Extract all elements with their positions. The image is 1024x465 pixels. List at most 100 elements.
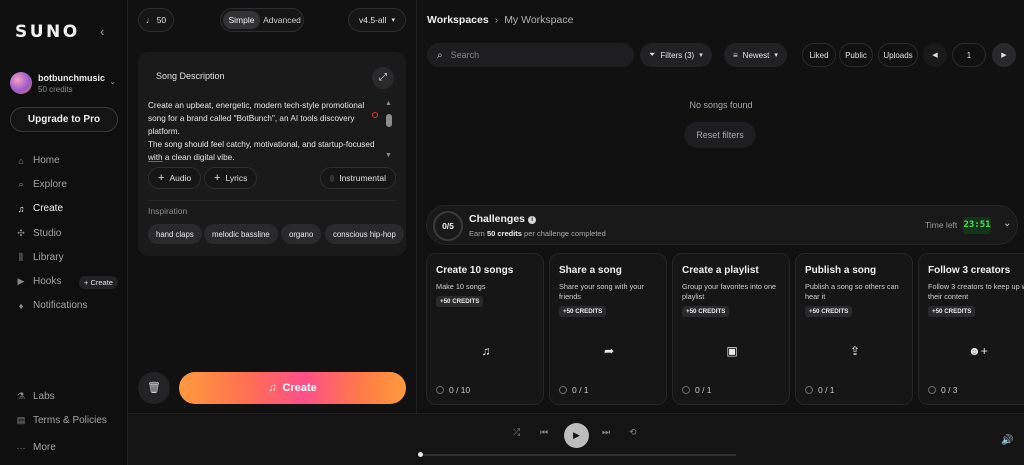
reset-filters-button[interactable]: Reset filters [684,122,756,148]
nav-studio-label: Studio [33,228,62,239]
sort-icon: ≡ [733,50,738,60]
shuffle-icon[interactable]: ⤮ [513,427,520,438]
nav-library[interactable]: ⫼ Library [16,252,64,263]
challenge-card[interactable]: Share a song Share your song with your f… [549,253,667,405]
challenges-subtitle: Earn 50 credits per challenge completed [469,229,606,238]
challenges-header[interactable]: 0/5 Challenges i Earn 50 credits per chal… [426,205,1018,245]
song-description-card: Song Description ⤢ Create an upbeat, ene… [138,52,406,256]
inspiration-tag[interactable]: organo [281,224,322,244]
divider [148,200,396,201]
prev-page-icon[interactable]: ◀ [923,43,947,67]
instrumental-toggle[interactable]: Instrumental [320,167,396,189]
trash-icon[interactable]: 🗑 [138,372,170,404]
nav-notifications-label: Notifications [33,300,88,311]
breadcrumb-workspaces[interactable]: Workspaces [427,14,489,26]
next-icon[interactable]: ⏭ [602,427,610,438]
document-icon: ▤ [16,415,26,425]
search-input[interactable]: ⌕ Search [427,43,634,67]
inspiration-tag[interactable]: hand claps [148,224,202,244]
subtitle-post: per challenge completed [521,229,606,238]
subtitle-bold: 50 credits [486,229,522,238]
liked-filter[interactable]: Liked [802,43,836,67]
upgrade-button[interactable]: Upgrade to Pro [10,107,118,132]
nav-notifications[interactable]: ♦ Notifications [16,300,88,311]
challenge-card[interactable]: Create 10 songs Make 10 songs +50 CREDIT… [426,253,544,405]
next-page-icon[interactable]: ▶ [992,43,1016,67]
challenge-progress: 0 / 1 [805,385,835,395]
challenge-desc: Group your favorites into one playlist [682,282,777,301]
nav-hooks[interactable]: ▶ Hooks [16,276,62,287]
uploads-filter[interactable]: Uploads [878,43,918,67]
challenge-card[interactable]: Publish a song Publish a song so others … [795,253,913,405]
info-icon[interactable]: i [528,216,537,224]
add-lyrics-button[interactable]: + Lyrics [204,167,258,189]
nav-hooks-label: Hooks [33,276,62,287]
nav-home[interactable]: ⌂ Home [16,155,59,166]
public-filter[interactable]: Public [839,43,873,67]
model-select[interactable]: v4.5-all ▾ [348,8,406,32]
add-lyrics-label: Lyrics [225,173,248,183]
inspiration-tag[interactable]: conscious hip-hop [325,224,404,244]
previous-icon[interactable]: ⏮ [540,427,548,438]
filter-icon: ⏷ [649,50,656,59]
inspiration-tag[interactable]: melodic bassline [204,224,278,244]
search-placeholder: Search [450,50,480,60]
progress-text: 0 / 1 [572,385,589,395]
nav-terms[interactable]: ▤ Terms & Policies [16,415,107,426]
profile-menu[interactable]: botbunchmusic 50 credits ⌄ [10,70,120,98]
nav-labs[interactable]: ⚗ Labs [16,391,55,402]
nav-more[interactable]: ··· More [16,442,56,453]
collapse-sidebar-icon[interactable]: ‹ [100,24,104,39]
progress-circle-icon [436,386,444,394]
repeat-icon[interactable]: ⟲ [629,427,637,438]
chevron-down-icon[interactable]: ⌄ [1003,218,1011,229]
mode-advanced-tab[interactable]: Advanced [262,11,302,29]
progress-track[interactable] [418,454,736,456]
search-icon: ⌕ [18,179,24,189]
add-audio-label: Audio [169,173,192,183]
expand-icon[interactable]: ⤢ [372,67,394,89]
song-description-input[interactable]: Create an upbeat, energetic, modern tech… [148,99,376,164]
filters-label: Filters (3) [660,50,695,60]
progress-text: 0 / 1 [818,385,835,395]
challenge-desc: Publish a song so others can hear it [805,282,899,301]
music-note-icon: ♫ [481,344,491,358]
chevron-down-icon: ▾ [391,17,395,24]
scroll-up-icon[interactable]: ▲ [385,100,392,107]
challenge-title: Create 10 songs [436,265,514,276]
credits-badge: +50 CREDITS [682,306,730,317]
credits-badge: +50 CREDITS [928,306,976,317]
scrollbar-thumb[interactable] [386,114,392,127]
playlist-icon: ▣ [726,344,738,358]
nav-create[interactable]: ♫ Create [16,203,63,214]
progress-knob[interactable] [418,452,423,457]
time-left-value: 23:51 [963,217,991,234]
challenge-card[interactable]: Create a playlist Group your favorites i… [672,253,790,405]
play-button[interactable]: ▶ [564,423,589,448]
instrumental-label: Instrumental [339,173,386,183]
page-number[interactable]: 1 [952,43,986,67]
challenge-desc: Make 10 songs [436,282,486,291]
add-audio-button[interactable]: + Audio [148,167,202,189]
bell-icon: ♦ [18,300,24,311]
progress-circle-icon [682,386,690,394]
music-note-icon: ♫ [268,382,277,394]
progress-text: 0 / 1 [695,385,712,395]
nav-studio[interactable]: ✣ Studio [16,228,61,239]
challenge-card[interactable]: Follow 3 creators Follow 3 creators to k… [918,253,1024,405]
mode-simple-tab[interactable]: Simple [223,11,260,29]
volume-icon[interactable]: 🔊 [1001,435,1013,446]
credits-chip[interactable]: ♩ 50 [138,8,174,32]
suno-logo[interactable]: SUNO [15,22,80,42]
create-button[interactable]: ♫ Create [179,372,406,404]
hooks-create-button[interactable]: + Create [79,276,118,289]
empty-state-text: No songs found [689,100,753,110]
create-button-label: Create [282,382,317,394]
add-user-icon: ☻+ [968,344,988,358]
scroll-down-icon[interactable]: ▼ [385,152,392,159]
time-left-label: Time left [925,220,958,230]
nav-explore[interactable]: ⌕ Explore [16,179,66,190]
sort-button[interactable]: ≡ Newest ▾ [724,43,787,67]
description-paragraph-1: Create an upbeat, energetic, modern tech… [148,101,365,136]
filters-button[interactable]: ⏷ Filters (3) ▾ [640,43,712,67]
